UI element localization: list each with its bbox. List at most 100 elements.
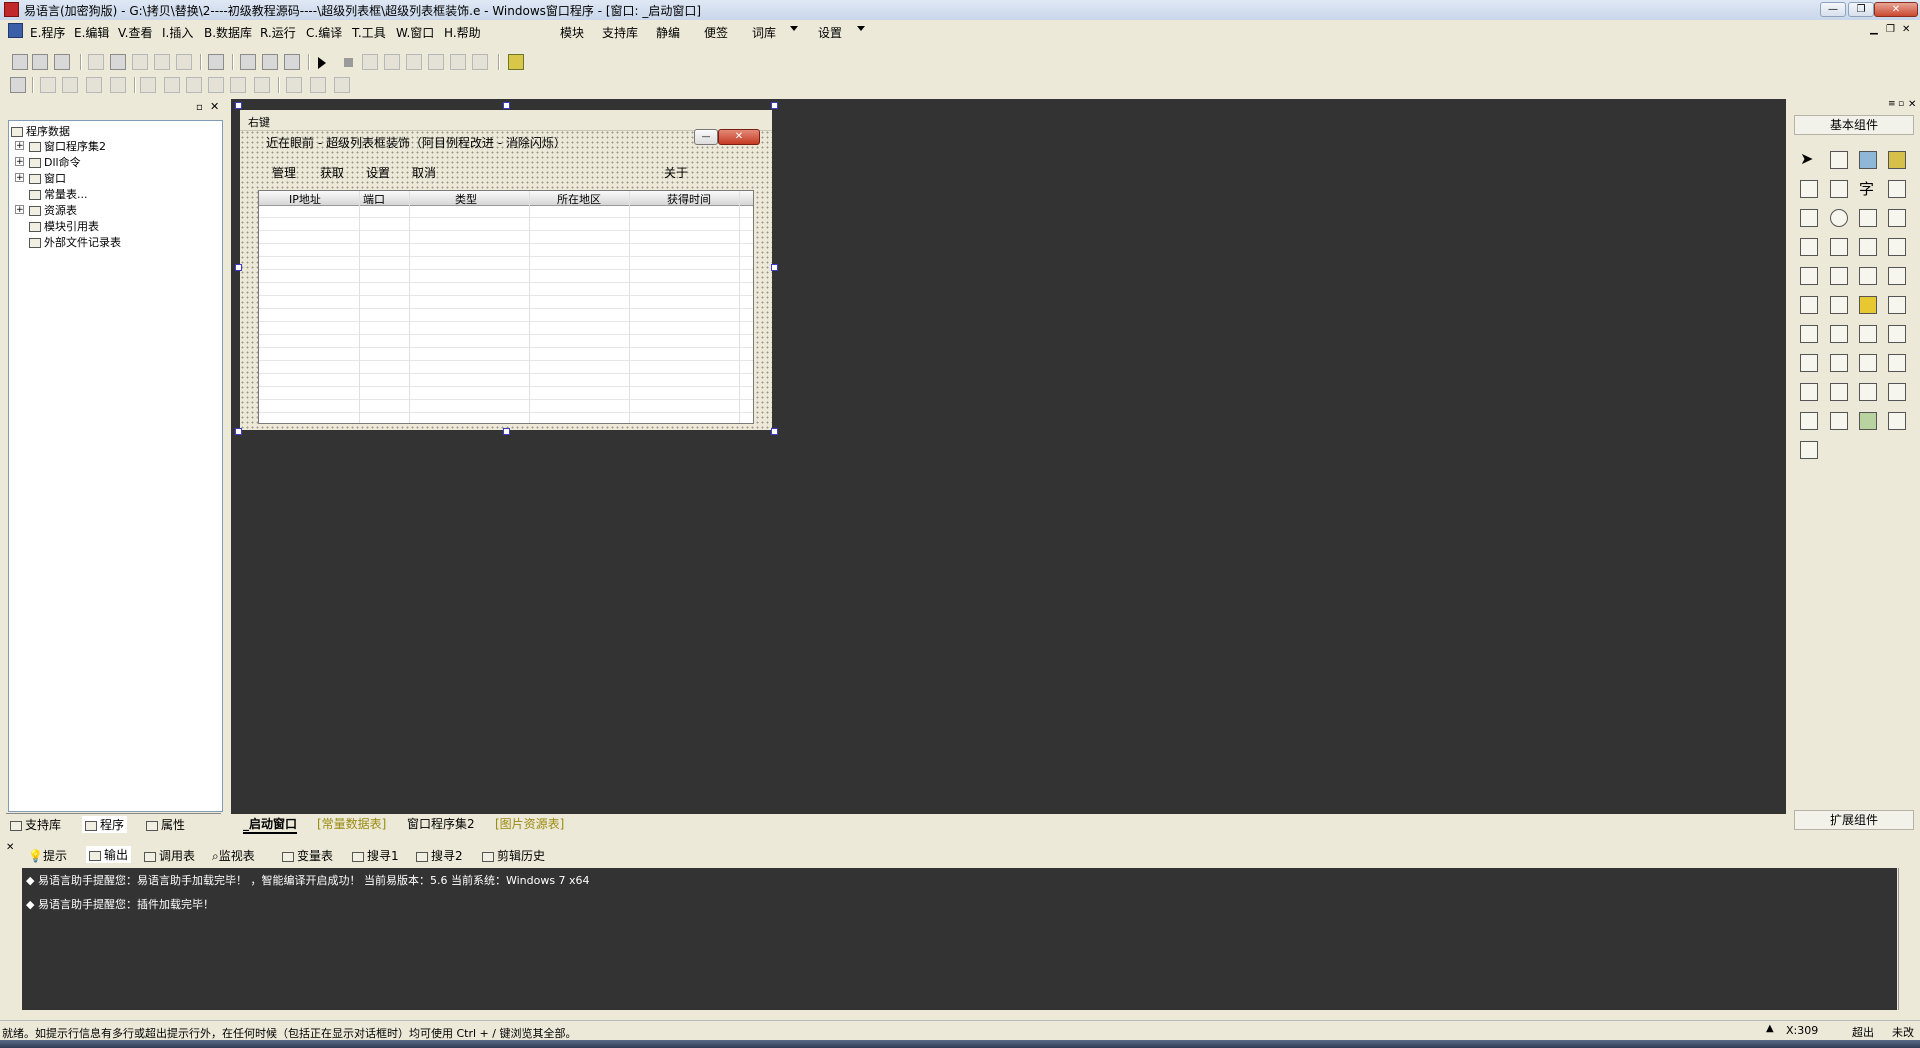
align-bottom-icon[interactable]	[110, 77, 126, 93]
printer-icon[interactable]	[1888, 267, 1906, 285]
tab-program[interactable]: 程序	[82, 816, 128, 833]
menu-notes[interactable]: 便签	[704, 24, 728, 41]
menu-view[interactable]: V.查看	[118, 24, 152, 41]
menu-static-compile[interactable]: 静编	[656, 24, 680, 41]
stop-icon[interactable]	[344, 58, 353, 67]
table-component-icon[interactable]	[1800, 325, 1818, 343]
menu-database[interactable]: B.数据库	[204, 24, 252, 41]
tree-root[interactable]: 程序数据	[11, 123, 70, 139]
odbc-database-icon[interactable]	[1888, 412, 1906, 430]
button-cancel[interactable]: 取消	[412, 164, 436, 181]
data-source-icon[interactable]	[1830, 296, 1848, 314]
center-v-icon[interactable]	[164, 77, 180, 93]
packet-server-icon[interactable]	[1830, 383, 1848, 401]
label-component-icon[interactable]	[1830, 151, 1848, 169]
column-region[interactable]: 所在地区	[557, 191, 601, 207]
text-component-icon[interactable]: 字	[1859, 180, 1877, 198]
hand-icon[interactable]	[472, 54, 488, 70]
menu-help[interactable]: H.帮助	[444, 24, 481, 41]
form-designer[interactable]: 右键 近在眼前 - 超级列表框装饰（阿目例程改进 - 消除闪烁） — ✕ 管理 …	[240, 110, 772, 430]
tab-properties[interactable]: 属性	[146, 816, 185, 833]
distribute-v-icon[interactable]	[208, 77, 224, 93]
tab-output[interactable]: 输出	[86, 846, 132, 863]
column-time[interactable]: 获得时间	[667, 191, 711, 207]
expand-icon[interactable]: +	[15, 205, 24, 215]
tree-item-resources[interactable]: 资源表	[29, 202, 77, 218]
button-component-icon[interactable]	[1888, 180, 1906, 198]
button-about[interactable]: 关于	[664, 164, 688, 181]
group-box-icon[interactable]	[1830, 180, 1848, 198]
tab-variables[interactable]: 变量表	[282, 847, 333, 864]
settings-dropdown-icon[interactable]	[857, 26, 865, 31]
form-minimize-button[interactable]: —	[694, 129, 718, 145]
resize-handle[interactable]	[235, 428, 242, 435]
tab-search1[interactable]: 搜寻1	[352, 847, 399, 864]
tree-item-external-files[interactable]: 外部文件记录表	[29, 234, 121, 250]
resize-handle[interactable]	[771, 428, 778, 435]
resize-handle[interactable]	[235, 102, 242, 109]
panel-component-icon[interactable]	[1888, 383, 1906, 401]
layout-1-icon[interactable]	[240, 54, 256, 70]
slider-bar-icon[interactable]	[1800, 267, 1818, 285]
packet-client-icon[interactable]	[1800, 383, 1818, 401]
paste-icon[interactable]	[132, 54, 148, 70]
shape-box-icon[interactable]	[1888, 151, 1906, 169]
grid-icon[interactable]	[10, 77, 26, 93]
basic-components-header[interactable]: 基本组件	[1794, 115, 1914, 135]
left-panel-close-icon[interactable]: ✕	[210, 100, 219, 113]
open-file-icon[interactable]	[32, 54, 48, 70]
align-top-icon[interactable]	[86, 77, 102, 93]
tree-item-dll[interactable]: Dll命令	[29, 154, 81, 170]
database-connect-icon[interactable]	[1800, 412, 1818, 430]
mdi-minimize-icon[interactable]: ▁	[1870, 24, 1878, 35]
same-size-icon[interactable]	[334, 77, 350, 93]
run-icon[interactable]	[318, 57, 326, 69]
drawing-board-icon[interactable]	[1800, 180, 1818, 198]
step-5-icon[interactable]	[450, 54, 466, 70]
pointer-icon[interactable]: ➤	[1800, 151, 1818, 169]
column-type[interactable]: 类型	[455, 191, 477, 207]
picture-box-icon[interactable]	[1859, 151, 1877, 169]
redo-icon[interactable]	[154, 54, 170, 70]
helper-icon[interactable]	[508, 54, 524, 70]
distribute-h-icon[interactable]	[186, 77, 202, 93]
close-button[interactable]: ✕	[1874, 2, 1918, 17]
minimize-button[interactable]: —	[1820, 2, 1846, 17]
output-panel[interactable]: ◆ 易语言助手提醒您：易语言助手加载完毕！ ，智能编译开启成功！ 当前易版本：5…	[22, 868, 1913, 1010]
undo-icon[interactable]	[176, 54, 192, 70]
button-manage[interactable]: 管理	[272, 164, 296, 181]
expand-icon[interactable]: +	[15, 173, 24, 183]
data-provider-icon[interactable]	[1830, 325, 1848, 343]
tab-watch[interactable]: ⌕监视表	[212, 847, 255, 864]
data-bind-icon[interactable]	[1859, 325, 1877, 343]
align-left-icon[interactable]	[40, 77, 56, 93]
tab-search2[interactable]: 搜寻2	[416, 847, 463, 864]
menu-window[interactable]: W.窗口	[396, 24, 434, 41]
expand-icon[interactable]: +	[15, 157, 24, 167]
resize-handle[interactable]	[771, 102, 778, 109]
clock-icon[interactable]	[1800, 354, 1818, 372]
button-fetch[interactable]: 获取	[320, 164, 344, 181]
tree-item-module-refs[interactable]: 模块引用表	[29, 218, 99, 234]
record-set-icon[interactable]	[1830, 412, 1848, 430]
file-component-icon[interactable]	[1888, 296, 1906, 314]
layout-2-icon[interactable]	[262, 54, 278, 70]
expand-icon[interactable]: +	[15, 141, 24, 151]
align-right-icon[interactable]	[62, 77, 78, 93]
horizontal-scroll-icon[interactable]	[1830, 238, 1848, 256]
output-scrollbar[interactable]	[1898, 868, 1913, 1010]
checkbox-component-icon[interactable]	[1800, 209, 1818, 227]
tab-tips[interactable]: 💡提示	[28, 847, 67, 864]
tab-window-assembly[interactable]: 窗口程序集2	[407, 815, 475, 832]
folder-component-icon[interactable]	[1859, 296, 1877, 314]
menu-support-lib[interactable]: 支持库	[602, 24, 638, 41]
combo-box-icon[interactable]	[1859, 209, 1877, 227]
column-ip[interactable]: IP地址	[289, 191, 321, 207]
common-dialog-icon[interactable]	[1800, 296, 1818, 314]
resize-handle[interactable]	[771, 264, 778, 271]
same-width-icon[interactable]	[286, 77, 302, 93]
tab-image-resources[interactable]: [图片资源表]	[495, 815, 564, 832]
cut-icon[interactable]	[88, 54, 104, 70]
print-preview-icon[interactable]	[1830, 354, 1848, 372]
tab-support-lib[interactable]: 支持库	[10, 816, 61, 833]
